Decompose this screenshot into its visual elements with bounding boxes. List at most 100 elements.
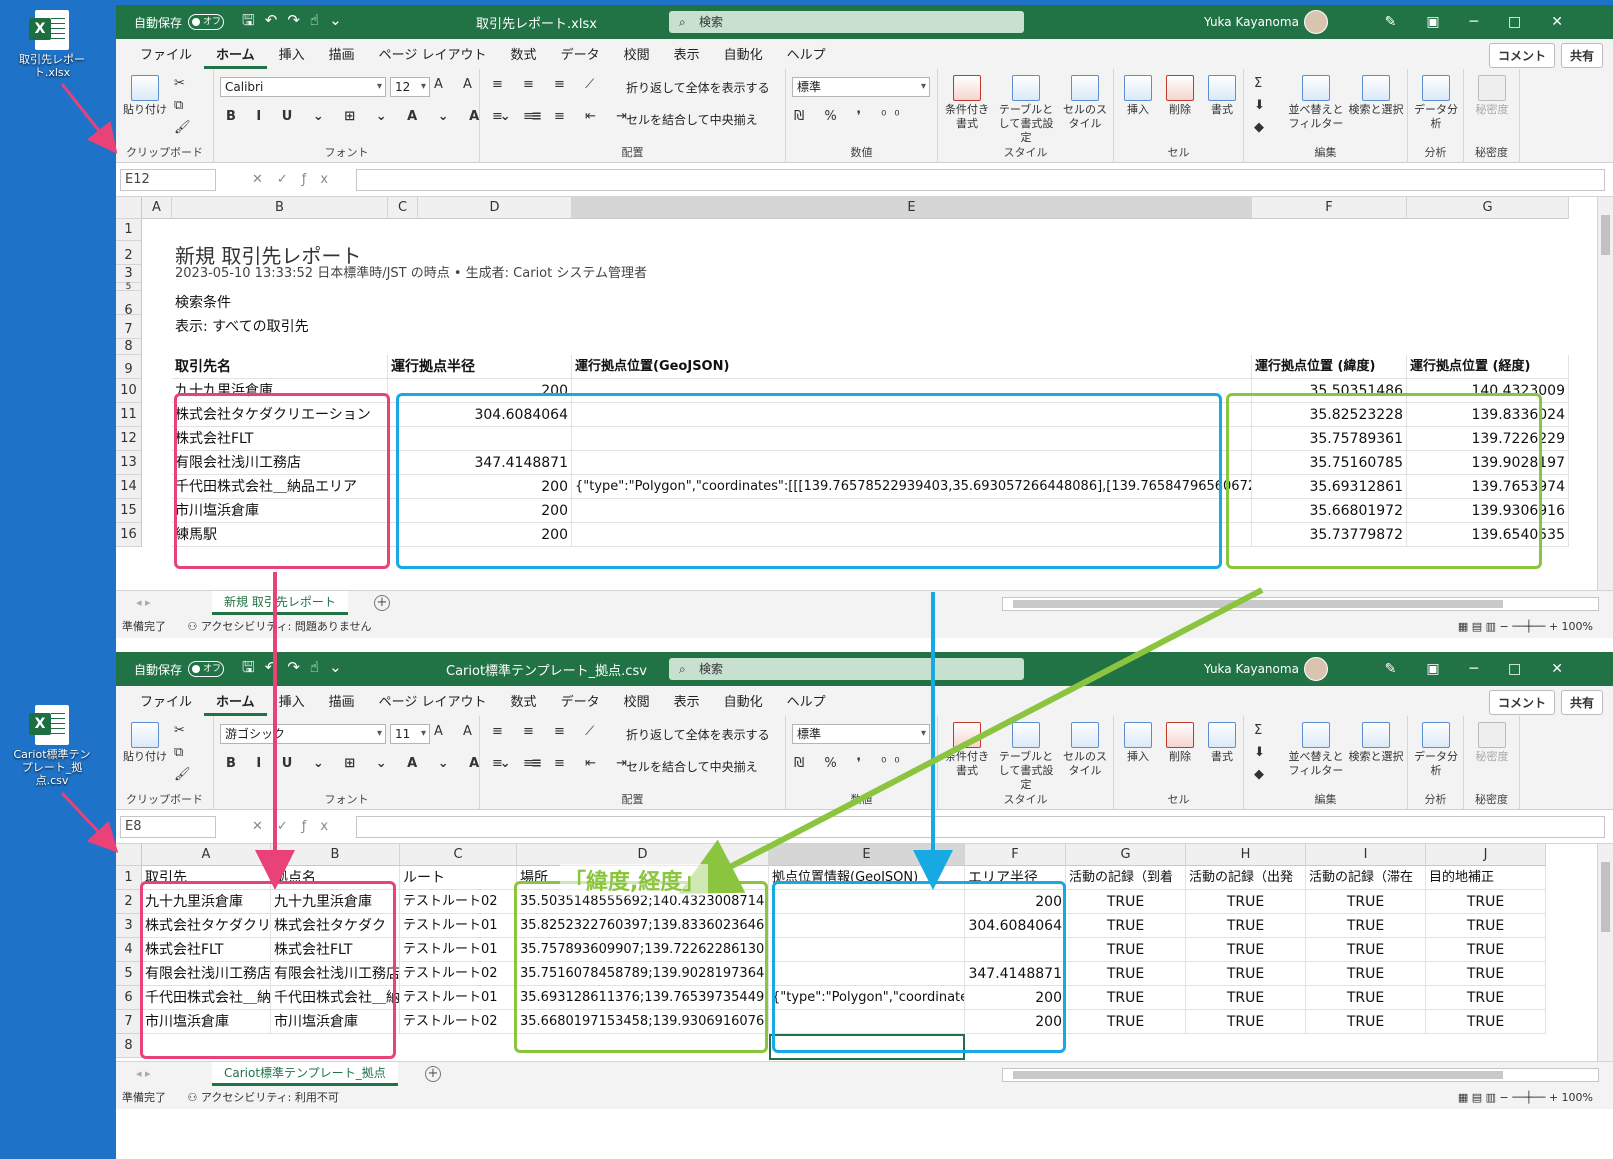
autosave-toggle[interactable]: オフ	[188, 661, 225, 677]
col-header[interactable]: G	[1066, 844, 1186, 866]
activity-arrival-cell[interactable]: TRUE	[1066, 986, 1186, 1010]
find-select-button[interactable]: 検索と選択	[1348, 722, 1404, 764]
font-size-select[interactable]: 11	[390, 724, 430, 744]
add-sheet-button[interactable]: +	[374, 595, 390, 611]
row-header[interactable]: 3	[116, 265, 142, 283]
tab-formulas[interactable]: 数式	[499, 44, 549, 69]
align-top-icons[interactable]: ≡ ≡ ≡ ⟋	[492, 724, 602, 739]
geojson-cell[interactable]	[769, 1010, 965, 1034]
zoom-level[interactable]: ▦ ▤ ▥ − ──┼── + 100%	[1458, 1087, 1593, 1109]
name-box[interactable]: E8	[120, 816, 216, 838]
tab-file[interactable]: ファイル	[128, 44, 204, 69]
wrap-text-button[interactable]: 折り返して全体を表示する	[626, 726, 770, 743]
longitude-cell[interactable]: 139.7653974	[1407, 475, 1569, 499]
longitude-cell[interactable]: 139.8336024	[1407, 403, 1569, 427]
area-radius-cell[interactable]	[965, 938, 1066, 962]
font-family-select[interactable]: 游ゴシック	[220, 724, 386, 744]
sheet-nav-arrows[interactable]: ◂ ▸	[136, 596, 151, 609]
sum-fill-clear-icons[interactable]: Σ ⬇ ◆	[1254, 73, 1265, 139]
site-name-cell[interactable]: 市川塩浜倉庫	[271, 1010, 400, 1034]
destination-correction-cell[interactable]: TRUE	[1426, 1010, 1546, 1034]
destination-correction-cell[interactable]: TRUE	[1426, 914, 1546, 938]
location-cell[interactable]: 35.693128611376;139.765397354492	[517, 986, 769, 1010]
tab-home[interactable]: ホーム	[204, 44, 267, 69]
col-header[interactable]: G	[1407, 197, 1569, 219]
radius-cell[interactable]	[388, 427, 572, 451]
activity-stay-cell[interactable]: TRUE	[1306, 962, 1426, 986]
data-analysis-button[interactable]: データ分析	[1412, 722, 1460, 778]
sum-fill-clear-icons[interactable]: Σ ⬇ ◆	[1254, 720, 1265, 786]
col-header[interactable]: E	[572, 197, 1252, 219]
location-cell[interactable]: 35.757893609907;139.722622861308	[517, 938, 769, 962]
select-all-corner[interactable]	[116, 844, 142, 866]
geojson-cell[interactable]: {"type":"Polygon","coordinates	[769, 986, 965, 1010]
accessibility-status[interactable]: アクセシビリティ: 問題ありません	[201, 620, 372, 633]
destination-correction-cell[interactable]: TRUE	[1426, 890, 1546, 914]
row-header[interactable]: 5	[116, 283, 142, 292]
formula-buttons[interactable]: ✕✓ƒx	[252, 819, 342, 834]
row-header[interactable]: 12	[116, 427, 142, 451]
account-name-cell[interactable]: 有限会社浅川工務店	[172, 451, 388, 475]
account-name-cell[interactable]: 千代田株式会社＿納品エリア	[172, 475, 388, 499]
table-format-button[interactable]: テーブルとして書式設定	[994, 722, 1058, 791]
row-header[interactable]: 11	[116, 403, 142, 427]
tab-draw[interactable]: 描画	[317, 691, 367, 716]
tab-formulas[interactable]: 数式	[499, 691, 549, 716]
row-header[interactable]: 3	[116, 914, 142, 938]
tab-insert[interactable]: 挿入	[267, 44, 317, 69]
header-activity-departure[interactable]: 活動の記録（出発	[1186, 866, 1306, 890]
paste-button[interactable]: 貼り付け	[120, 75, 170, 117]
activity-departure-cell[interactable]: TRUE	[1186, 962, 1306, 986]
row-header[interactable]: 15	[116, 499, 142, 523]
row-header[interactable]: 4	[116, 938, 142, 962]
number-format-select[interactable]: 標準	[792, 77, 930, 97]
clipboard-small-icons[interactable]: ✂ ⧉ 🖌	[174, 720, 191, 786]
longitude-cell[interactable]: 139.7226229	[1407, 427, 1569, 451]
header-area-radius[interactable]: エリア半径	[965, 866, 1066, 890]
geojson-cell[interactable]: {"type":"Polygon","coordinates":[[[139.7…	[572, 475, 1252, 499]
geojson-cell[interactable]	[572, 523, 1252, 547]
header-geojson[interactable]: 運行拠点位置(GeoJSON)	[572, 355, 1252, 379]
tab-review[interactable]: 校閲	[612, 44, 662, 69]
col-header[interactable]: C	[388, 197, 418, 219]
cond-format-button[interactable]: 条件付き書式	[942, 722, 992, 778]
geojson-cell[interactable]	[769, 962, 965, 986]
area-radius-cell[interactable]: 347.4148871	[965, 962, 1066, 986]
col-header[interactable]: B	[271, 844, 400, 866]
location-cell[interactable]: 35.7516078458789;139.902819736452	[517, 962, 769, 986]
vertical-scrollbar[interactable]	[1597, 197, 1613, 590]
activity-departure-cell[interactable]: TRUE	[1186, 986, 1306, 1010]
site-name-cell[interactable]: 株式会社タケダク	[271, 914, 400, 938]
route-cell[interactable]: テストルート02	[400, 1010, 517, 1034]
latitude-cell[interactable]: 35.75789361	[1252, 427, 1407, 451]
number-format-icons[interactable]: ₪ % ❜ ⁰⁰	[794, 109, 908, 124]
radius-cell[interactable]: 200	[388, 499, 572, 523]
row-header[interactable]: 7	[116, 315, 142, 339]
longitude-cell[interactable]: 139.6540535	[1407, 523, 1569, 547]
sensitivity-button[interactable]: 秘密度	[1468, 75, 1516, 117]
quick-access-icons[interactable]: 🖫↶↷☝⌄	[242, 657, 352, 682]
header-destination-correction[interactable]: 目的地補正	[1426, 866, 1546, 890]
find-select-button[interactable]: 検索と選択	[1348, 75, 1404, 117]
window-filename[interactable]: 取引先レポート.xlsx	[476, 13, 597, 32]
col-header[interactable]: J	[1426, 844, 1546, 866]
table-format-button[interactable]: テーブルとして書式設定	[994, 75, 1058, 144]
tab-automate[interactable]: 自動化	[712, 691, 775, 716]
header-latitude[interactable]: 運行拠点位置 (緯度)	[1252, 355, 1407, 379]
align-horizontal-icons[interactable]: ≡ ≡ ≡ ⇤ ⇥	[492, 756, 635, 771]
merge-center-button[interactable]: セルを結合して中央揃え	[626, 111, 758, 128]
insert-cells-button[interactable]: 挿入	[1118, 722, 1158, 764]
activity-arrival-cell[interactable]: TRUE	[1066, 1010, 1186, 1034]
activity-departure-cell[interactable]: TRUE	[1186, 914, 1306, 938]
wrap-text-button[interactable]: 折り返して全体を表示する	[626, 79, 770, 96]
col-header[interactable]: D	[517, 844, 769, 866]
format-cells-button[interactable]: 書式	[1202, 722, 1242, 764]
col-header[interactable]: F	[965, 844, 1066, 866]
zoom-level[interactable]: ▦ ▤ ▥ − ──┼── + 100%	[1458, 616, 1593, 638]
row-header[interactable]: 6	[116, 291, 142, 318]
activity-arrival-cell[interactable]: TRUE	[1066, 890, 1186, 914]
geojson-cell[interactable]	[572, 403, 1252, 427]
name-box[interactable]: E12	[120, 169, 216, 191]
site-name-cell[interactable]: 株式会社FLT	[271, 938, 400, 962]
tab-review[interactable]: 校閲	[612, 691, 662, 716]
